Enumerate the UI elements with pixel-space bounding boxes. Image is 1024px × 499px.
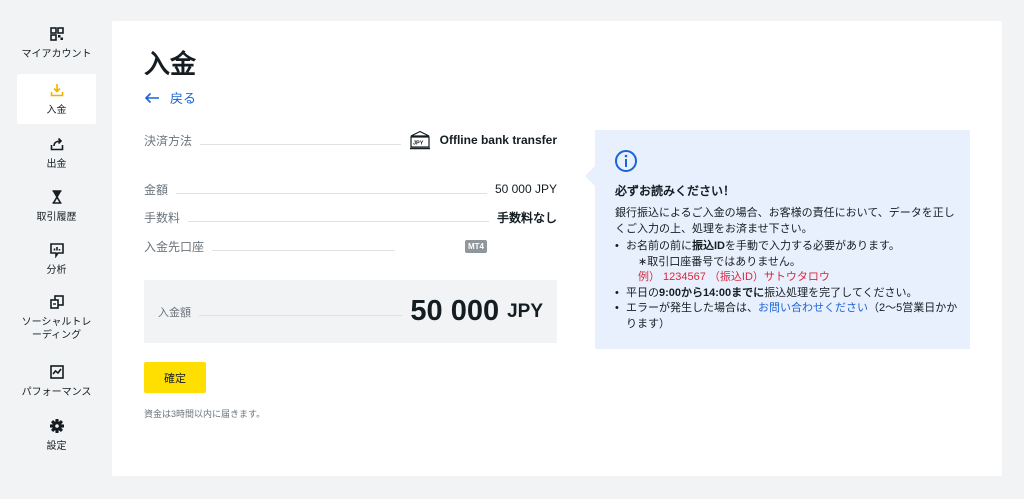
text: お名前の前に: [626, 240, 692, 252]
info-title: 必ずお読みください！: [615, 184, 736, 198]
dotted-leader: [212, 249, 395, 251]
hourglass-icon: [52, 189, 61, 204]
sidebar-item-label: ソーシャルトレーディング: [21, 317, 92, 341]
currency-badge: JPY: [413, 141, 424, 147]
info-body: 銀行振込によるご入金の場合、お客様の責任において、データを正しくご入力の上、処理…: [615, 206, 960, 332]
arrow-left-icon: [144, 92, 159, 103]
text: エラーが発生した場合は、: [626, 302, 758, 314]
performance-icon: [49, 364, 64, 379]
page-title: 入金: [144, 49, 197, 79]
info-bullet-contact: エラーが発生した場合は、お問い合わせください（2〜5営業日かかります）: [615, 301, 960, 332]
info-sub-note: ∗取引口座番号ではありません。: [638, 255, 801, 268]
amount-label: 金額: [144, 182, 169, 197]
bank-icon: JPY: [409, 130, 430, 150]
sidebar-item-social-trading[interactable]: ソーシャルトレーディング: [17, 289, 96, 347]
fee-value: 手数料なし: [496, 210, 557, 225]
amount-row: 金額 50 000 JPY: [144, 179, 557, 199]
dotted-leader: [188, 220, 489, 222]
sidebar-item-settings[interactable]: 設定: [17, 410, 96, 460]
gear-icon: [49, 418, 64, 433]
sidebar-item-label: 分析: [46, 264, 67, 276]
sidebar-item-deposit[interactable]: 入金: [17, 74, 96, 124]
payment-method-row: 決済方法 JPY Offline bank transfer: [144, 130, 557, 150]
fee-label: 手数料: [144, 210, 181, 225]
payment-method-value: JPY Offline bank transfer: [409, 130, 557, 150]
text: 振込処理を完了してください。: [764, 286, 918, 299]
mt4-badge: MT4: [465, 239, 487, 253]
grid-icon: [49, 26, 64, 41]
total-amount-label: 入金額: [158, 306, 191, 319]
info-intro: 銀行振込によるご入金の場合、お客様の責任において、データを正しくご入力の上、処理…: [615, 207, 955, 235]
payment-method-text: Offline bank transfer: [439, 133, 557, 147]
total-amount-value: 50 000: [410, 295, 500, 327]
total-amount-currency: JPY: [507, 300, 543, 322]
destination-account-label: 入金先口座: [144, 239, 205, 254]
sidebar-item-analytics[interactable]: 分析: [17, 234, 96, 284]
contact-link[interactable]: お問い合わせください: [758, 302, 868, 314]
withdraw-icon: [50, 137, 63, 150]
dotted-leader: [176, 192, 487, 194]
deposit-card: 入金 戻る 決済方法 JPY Offline bank transfer 金額 …: [112, 21, 1002, 476]
dotted-leader: [199, 315, 403, 316]
back-link[interactable]: 戻る: [144, 88, 196, 107]
sidebar-item-label: パフォーマンス: [21, 386, 92, 398]
sidebar-item-label: 設定: [46, 440, 67, 452]
sidebar: マイアカウント 入金 出金 取引履歴 分析 ソーシャルトレーディング パフォーマ…: [0, 0, 112, 499]
info-list: お名前の前に振込IDを手動で入力する必要があります。 ∗取引口座番号ではありませ…: [615, 239, 960, 332]
analytics-icon: [49, 242, 64, 258]
sidebar-item-label: 出金: [46, 158, 67, 170]
dotted-leader: [200, 143, 401, 145]
text: を手動で入力する必要があります。: [725, 240, 900, 252]
sidebar-item-history[interactable]: 取引履歴: [17, 181, 96, 231]
back-label: 戻る: [170, 91, 197, 106]
text: 平日の: [626, 286, 659, 299]
info-bullet-transfer-id: お名前の前に振込IDを手動で入力する必要があります。 ∗取引口座番号ではありませ…: [615, 239, 960, 286]
total-amount-box: 入金額 50 000 JPY: [144, 280, 557, 343]
info-example: 例） 1234567 （振込ID）サトウタロウ: [638, 271, 830, 283]
transfer-id-emphasis: 振込ID: [692, 240, 725, 252]
sidebar-item-label: 入金: [46, 104, 67, 116]
sidebar-item-withdraw[interactable]: 出金: [17, 128, 96, 178]
info-panel: 必ずお読みください！ 銀行振込によるご入金の場合、お客様の責任において、データを…: [585, 130, 970, 349]
payment-method-label: 決済方法: [144, 133, 193, 148]
info-icon: [615, 150, 637, 172]
amount-value: 50 000 JPY: [494, 182, 557, 196]
social-trading-icon: [49, 295, 64, 309]
deposit-icon: [50, 83, 63, 96]
sidebar-item-label: 取引履歴: [36, 211, 77, 223]
info-panel-pointer: [585, 166, 595, 186]
sidebar-item-label: マイアカウント: [21, 48, 92, 60]
delivery-note: 資金は3時間以内に届きます。: [144, 409, 266, 419]
info-bullet-hours: 平日の9:00から14:00までに振込処理を完了してください。: [615, 286, 960, 302]
fee-row: 手数料 手数料なし: [144, 207, 557, 227]
destination-account-row: 入金先口座 MT4: [144, 236, 557, 256]
confirm-button[interactable]: 確定: [144, 362, 206, 393]
hours-emphasis: 9:00から14:00までに: [659, 286, 765, 299]
sidebar-item-performance[interactable]: パフォーマンス: [17, 356, 96, 406]
sidebar-item-my-account[interactable]: マイアカウント: [17, 18, 96, 68]
